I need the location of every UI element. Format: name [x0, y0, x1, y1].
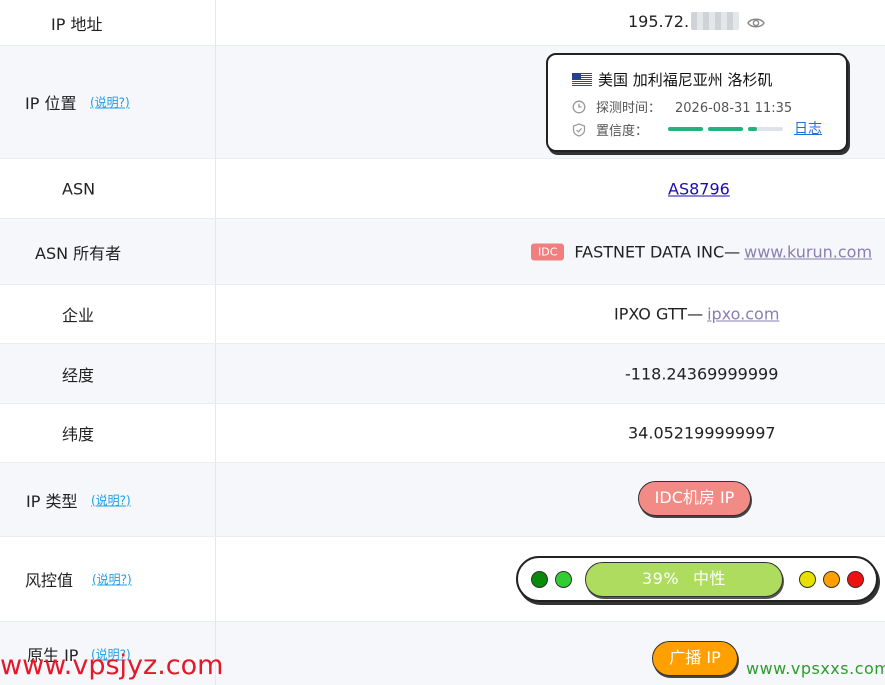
- ip-address-value: 195.72.: [628, 11, 765, 34]
- label-ip-location: IP 位置: [25, 94, 77, 113]
- location-place: 美国 加利福尼亚州 洛杉矶: [572, 69, 773, 90]
- label-risk: 风控值: [25, 571, 74, 590]
- confidence-segment-fill: [748, 127, 757, 131]
- confidence-line: 置信度：: [572, 120, 648, 139]
- label-ip-address: IP 地址: [51, 14, 103, 34]
- asn-owner-value: IDC FASTNET DATA INC— www.kurun.com: [531, 242, 872, 261]
- risk-score-bar: 39% 中性: [585, 562, 783, 597]
- native-ip-badge: 广播 IP: [652, 641, 738, 676]
- label-asn-owner: ASN 所有者: [35, 243, 122, 263]
- ip-type-badge: IDC机房 IP: [638, 481, 751, 516]
- longitude-value: -118.24369999999: [625, 364, 779, 383]
- enterprise-value: IPXO GTT— ipxo.com: [614, 305, 779, 324]
- eye-icon[interactable]: [747, 15, 765, 34]
- row-latitude: 纬度 34.052199999997: [0, 404, 885, 463]
- label-longitude: 经度: [62, 365, 95, 385]
- shield-check-icon: [572, 123, 586, 137]
- row-longitude: 经度 -118.24369999999: [0, 344, 885, 404]
- risk-dot-dark-green: [531, 571, 548, 588]
- risk-score: 39%: [641, 569, 680, 588]
- log-link[interactable]: 日志: [794, 118, 822, 138]
- help-link-ip-location[interactable]: (说明?): [90, 94, 130, 111]
- asn-owner-name: FASTNET DATA INC—: [574, 242, 741, 261]
- row-ip-address: IP 地址 195.72.: [0, 0, 885, 46]
- enterprise-domain-link[interactable]: ipxo.com: [707, 305, 779, 324]
- watermark-left: www.vpsjyz.com: [0, 650, 224, 681]
- asn-owner-domain-link[interactable]: www.kurun.com: [744, 242, 872, 261]
- risk-dot-green: [555, 571, 572, 588]
- label-ip-type: IP 类型: [26, 491, 78, 511]
- risk-dot-yellow: [799, 571, 816, 588]
- ip-address-prefix: 195.72.: [628, 11, 690, 31]
- label-asn: ASN: [62, 179, 96, 198]
- label-latitude: 纬度: [62, 425, 95, 444]
- ip-masked-segment: [691, 11, 740, 30]
- asn-link[interactable]: AS8796: [668, 179, 730, 198]
- enterprise-name: IPXO GTT—: [614, 304, 704, 324]
- us-flag-icon: [572, 73, 592, 86]
- idc-badge: IDC: [531, 243, 565, 260]
- location-card: 美国 加利福尼亚州 洛杉矶 探测时间： 2026-08-31 11:35 置信度：…: [546, 53, 848, 152]
- row-asn: ASN AS8796: [0, 159, 885, 219]
- risk-meter: 39% 中性: [516, 556, 878, 602]
- row-asn-owner: ASN 所有者 IDC FASTNET DATA INC— www.kurun.co…: [0, 219, 885, 285]
- row-enterprise: 企业 IPXO GTT— ipxo.com: [0, 285, 885, 344]
- help-link-ip-type[interactable]: (说明?): [91, 491, 131, 508]
- detect-time-line: 探测时间： 2026-08-31 11:35: [572, 97, 792, 116]
- risk-level: 中性: [693, 569, 727, 588]
- clock-icon: [572, 100, 586, 114]
- label-enterprise: 企业: [62, 306, 95, 325]
- ip-info-table: IP 地址 195.72. IP 位置 (说明?) 美国 加利福尼亚州 洛杉矶 …: [0, 0, 885, 685]
- watermark-right: www.vpsxxs.com: [746, 659, 885, 678]
- latitude-value: 34.052199999997: [628, 423, 776, 443]
- risk-dot-red: [847, 571, 864, 588]
- row-ip-type: IP 类型 (说明?): [0, 463, 885, 537]
- risk-dot-orange: [823, 571, 840, 588]
- help-link-risk[interactable]: (说明?): [92, 571, 132, 588]
- confidence-segment-fill: [708, 127, 743, 131]
- confidence-segment-fill: [668, 127, 703, 131]
